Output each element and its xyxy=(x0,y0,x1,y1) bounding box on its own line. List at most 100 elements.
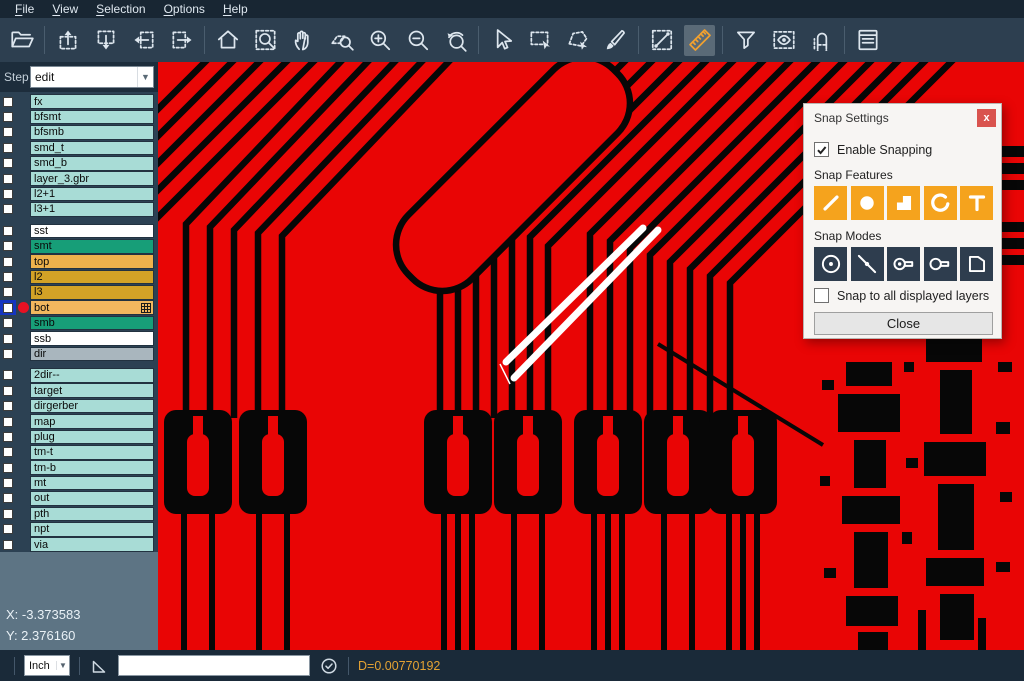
layer-row-dir[interactable]: dir xyxy=(0,346,158,361)
step-select[interactable]: edit ▼ xyxy=(30,66,154,88)
layer-visibility-checkbox[interactable] xyxy=(0,110,16,125)
layer-visibility-checkbox[interactable] xyxy=(0,399,16,414)
snap-line-end-button[interactable] xyxy=(887,247,920,281)
command-input[interactable] xyxy=(118,655,310,676)
layer-visibility-checkbox[interactable] xyxy=(0,285,16,300)
layer-name[interactable]: map xyxy=(30,414,154,429)
layer-row-target[interactable]: target xyxy=(0,383,158,398)
layer-name[interactable]: l2+1 xyxy=(30,187,154,202)
layer-name[interactable]: plug xyxy=(30,430,154,445)
all-layers-checkbox[interactable] xyxy=(814,288,829,303)
zoom-out-button[interactable] xyxy=(402,25,433,56)
layer-visibility-checkbox[interactable] xyxy=(0,368,16,383)
snap-whole-line-button[interactable] xyxy=(924,247,957,281)
filter-button[interactable] xyxy=(730,25,761,56)
layer-visibility-checkbox[interactable] xyxy=(0,383,16,398)
layer-name[interactable]: l3+1 xyxy=(30,202,154,217)
layer-visibility-checkbox[interactable] xyxy=(0,460,16,475)
layer-visibility-checkbox[interactable] xyxy=(0,476,16,491)
layer-visibility-checkbox[interactable] xyxy=(0,171,16,186)
layer-visibility-checkbox[interactable] xyxy=(0,202,16,217)
layer-row-tm-b[interactable]: tm-b xyxy=(0,460,158,475)
zoom-previous-button[interactable] xyxy=(440,25,471,56)
zoom-fit-button[interactable] xyxy=(250,25,281,56)
layer-visibility-checkbox[interactable] xyxy=(0,331,16,346)
layer-row-l3+1[interactable]: l3+1 xyxy=(0,202,158,217)
unit-select[interactable]: Inch ▼ xyxy=(24,655,70,676)
layer-visibility-checkbox[interactable] xyxy=(0,300,16,315)
menu-view[interactable]: View xyxy=(43,0,87,18)
home-button[interactable] xyxy=(212,25,243,56)
layer-name[interactable]: l3 xyxy=(30,285,154,300)
enable-snapping-checkbox[interactable] xyxy=(814,142,829,157)
layer-row-pth[interactable]: pth xyxy=(0,506,158,521)
angle-measure-icon[interactable] xyxy=(89,656,109,676)
layer-visibility-checkbox[interactable] xyxy=(0,491,16,506)
layer-visibility-checkbox[interactable] xyxy=(0,316,16,331)
layer-row-l3[interactable]: l3 xyxy=(0,285,158,300)
layer-row-plug[interactable]: plug xyxy=(0,429,158,444)
all-layers-row[interactable]: Snap to all displayed layers xyxy=(814,288,989,303)
menu-options[interactable]: Options xyxy=(155,0,214,18)
layer-visibility-checkbox[interactable] xyxy=(0,156,16,171)
snap-magnet-button[interactable] xyxy=(806,25,837,56)
layer-visibility-checkbox[interactable] xyxy=(0,506,16,521)
layer-row-out[interactable]: out xyxy=(0,491,158,506)
layer-row-sst[interactable]: sst xyxy=(0,223,158,238)
apply-check-icon[interactable] xyxy=(319,656,339,676)
snap-corner-button[interactable] xyxy=(960,247,993,281)
layer-row-ssb[interactable]: ssb xyxy=(0,331,158,346)
snap-line-button[interactable] xyxy=(814,186,847,220)
layer-name[interactable]: bfsmb xyxy=(30,125,154,140)
layer-row-map[interactable]: map xyxy=(0,414,158,429)
layer-name[interactable]: target xyxy=(30,383,154,398)
menu-file[interactable]: File xyxy=(6,0,43,18)
pan-hand-button[interactable] xyxy=(288,25,319,56)
snap-arc-button[interactable] xyxy=(924,186,957,220)
pan-left-button[interactable] xyxy=(128,25,159,56)
layer-row-mt[interactable]: mt xyxy=(0,475,158,490)
snap-pad-button[interactable] xyxy=(851,186,884,220)
select-cursor-button[interactable] xyxy=(486,25,517,56)
layer-row-fx[interactable]: fx xyxy=(0,94,158,109)
snap-text-button[interactable] xyxy=(960,186,993,220)
layer-row-bfsmt[interactable]: bfsmt xyxy=(0,109,158,124)
layer-name[interactable]: fx xyxy=(30,94,154,109)
layer-visibility-checkbox[interactable] xyxy=(0,537,16,552)
layer-row-bfsmb[interactable]: bfsmb xyxy=(0,125,158,140)
dialog-close-icon[interactable]: x xyxy=(977,109,996,127)
layer-visibility-checkbox[interactable] xyxy=(0,223,16,238)
layer-name[interactable]: dirgerber xyxy=(30,399,154,414)
layer-name[interactable]: smd_t xyxy=(30,141,154,156)
layer-name[interactable]: 2dir-- xyxy=(30,368,154,383)
layer-row-tm-t[interactable]: tm-t xyxy=(0,445,158,460)
layer-visibility-checkbox[interactable] xyxy=(0,254,16,269)
layer-row-l2+1[interactable]: l2+1 xyxy=(0,186,158,201)
layer-name[interactable]: bot xyxy=(30,300,154,315)
zoom-in-button[interactable] xyxy=(364,25,395,56)
layer-visibility-checkbox[interactable] xyxy=(0,445,16,460)
layer-row-smb[interactable]: smb xyxy=(0,315,158,330)
layer-name[interactable]: mt xyxy=(30,476,154,491)
chevron-down-icon[interactable]: ▼ xyxy=(56,661,69,670)
enable-snapping-row[interactable]: Enable Snapping xyxy=(814,142,932,157)
layer-name[interactable]: smd_b xyxy=(30,156,154,171)
layer-row-npt[interactable]: npt xyxy=(0,522,158,537)
pan-up-button[interactable] xyxy=(52,25,83,56)
layer-name[interactable]: bfsmt xyxy=(30,110,154,125)
layer-name[interactable]: out xyxy=(30,491,154,506)
pan-down-button[interactable] xyxy=(90,25,121,56)
layer-name[interactable]: tm-b xyxy=(30,460,154,475)
snap-center-button[interactable] xyxy=(814,247,847,281)
layer-visibility-checkbox[interactable] xyxy=(0,140,16,155)
open-file-button[interactable] xyxy=(6,25,37,56)
layer-row-2dir--[interactable]: 2dir-- xyxy=(0,368,158,383)
layer-visibility-checkbox[interactable] xyxy=(0,429,16,444)
layer-row-dirgerber[interactable]: dirgerber xyxy=(0,398,158,413)
layer-visibility-checkbox[interactable] xyxy=(0,269,16,284)
layer-visibility-checkbox[interactable] xyxy=(0,125,16,140)
layers-panel-button[interactable] xyxy=(852,25,883,56)
layer-row-smd_t[interactable]: smd_t xyxy=(0,140,158,155)
layer-visibility-checkbox[interactable] xyxy=(0,94,16,109)
layer-row-smt[interactable]: smt xyxy=(0,239,158,254)
